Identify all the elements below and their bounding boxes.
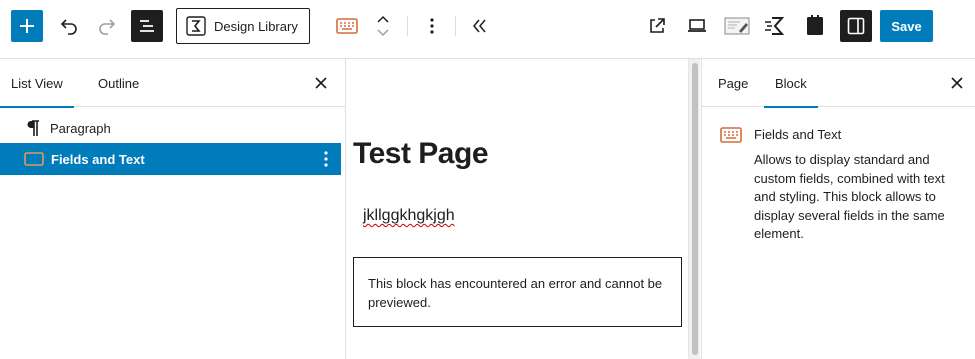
list-item-paragraph[interactable]: Paragraph (0, 112, 340, 144)
undo-button[interactable] (55, 12, 83, 40)
scrollbar-thumb[interactable] (692, 63, 698, 355)
toolbar-divider (407, 16, 408, 36)
list-item-label: Fields and Text (51, 151, 145, 167)
add-block-button[interactable] (11, 10, 43, 42)
list-view-tabs: List View Outline (0, 59, 345, 108)
clipboard-button[interactable] (802, 10, 828, 40)
list-item-label: Paragraph (50, 120, 111, 136)
more-vertical-icon[interactable] (321, 149, 331, 169)
paragraph-block[interactable]: jkllggkhgkjgh (363, 207, 455, 225)
clipboard-icon (807, 15, 823, 35)
editor-canvas: Test Page jkllggkhgkjgh This block has e… (347, 59, 688, 359)
save-button[interactable]: Save (880, 10, 933, 42)
plus-icon (20, 19, 34, 33)
chevron-down-icon[interactable] (376, 28, 390, 38)
close-list-view-button[interactable] (309, 71, 333, 95)
list-view-icon (140, 20, 154, 32)
edit-screen-icon (724, 17, 750, 35)
move-block-controls[interactable] (372, 10, 394, 42)
block-card-title: Fields and Text (754, 127, 842, 142)
settings-tabs: Page Block (702, 59, 975, 108)
tab-list-view[interactable]: List View (0, 59, 74, 108)
speed-button[interactable] (762, 12, 788, 40)
block-card-description: Allows to display standard and custom fi… (754, 152, 945, 241)
block-options-button[interactable] (420, 12, 444, 40)
redo-icon (99, 19, 116, 35)
desktop-icon (688, 19, 706, 32)
paragraph-icon (27, 120, 39, 136)
tab-page[interactable]: Page (707, 59, 759, 107)
collapse-toolbar-button[interactable] (466, 12, 494, 40)
chevron-up-icon[interactable] (376, 14, 390, 24)
design-library-button[interactable]: Design Library (176, 8, 310, 44)
tab-block[interactable]: Block (764, 59, 818, 108)
more-vertical-icon (430, 18, 434, 34)
edit-screen-button[interactable] (722, 12, 752, 40)
close-icon (951, 77, 963, 89)
toolbar-divider (455, 16, 456, 36)
design-library-label: Design Library (214, 18, 298, 34)
page-title[interactable]: Test Page (353, 137, 489, 171)
external-link-icon (650, 18, 665, 33)
list-item-fields-and-text[interactable]: Fields and Text (0, 143, 341, 175)
preview-device-button[interactable] (684, 12, 710, 40)
list-view-panel: List View Outline Paragraph Fields and T… (0, 59, 346, 359)
settings-sidebar: Page Block Fields and Text Allows to dis… (701, 59, 975, 359)
speed-icon (765, 17, 785, 35)
undo-icon (60, 19, 77, 35)
tab-outline[interactable]: Outline (87, 59, 150, 107)
keyboard-block-icon (720, 127, 742, 143)
keyboard-block-icon (24, 152, 44, 166)
list-view-button[interactable] (131, 10, 163, 42)
editor-toolbar: Design Library Save (0, 0, 975, 59)
block-error-message[interactable]: This block has encountered an error and … (353, 257, 682, 327)
keyboard-block-icon (336, 18, 358, 34)
collapse-icon (473, 19, 486, 33)
close-settings-button[interactable] (945, 71, 969, 95)
redo-button[interactable] (93, 12, 121, 40)
block-type-button[interactable] (335, 14, 359, 38)
view-page-button[interactable] (644, 12, 670, 40)
settings-sidebar-toggle[interactable] (840, 10, 872, 42)
close-icon (315, 77, 327, 89)
design-library-icon (186, 16, 206, 36)
canvas-scrollbar[interactable] (688, 59, 700, 359)
sidebar-icon (847, 17, 865, 35)
